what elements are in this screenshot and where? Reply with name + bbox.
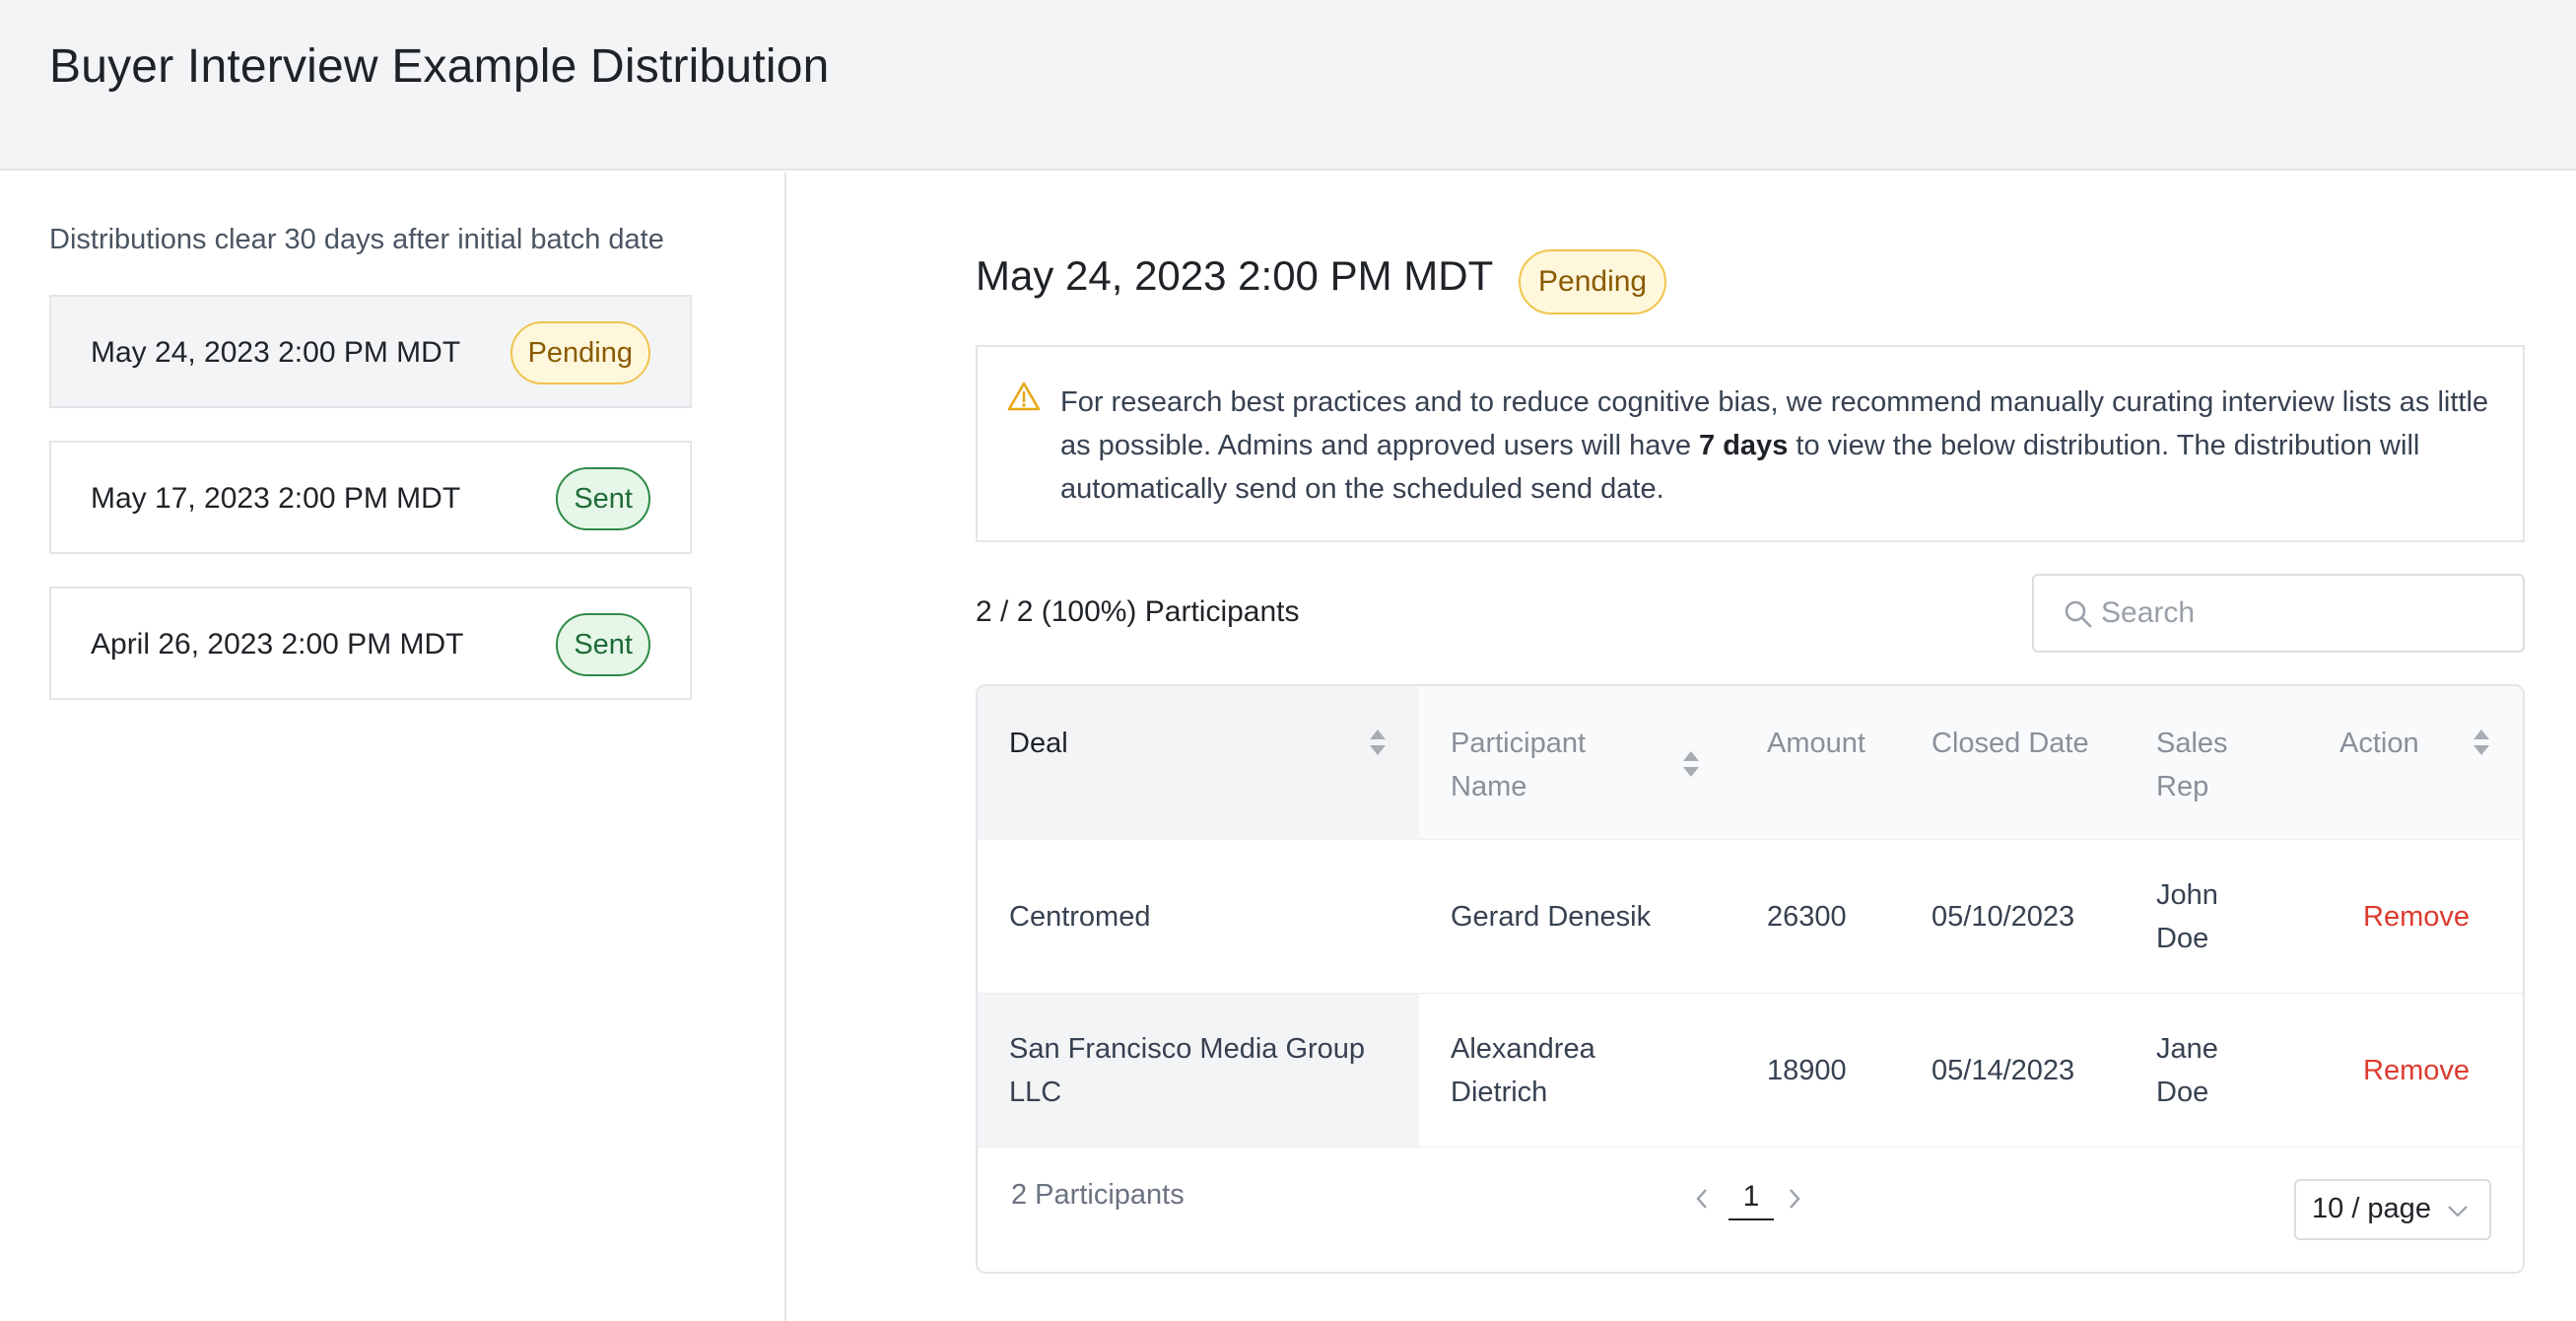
status-badge: Sent [556, 467, 650, 530]
sort-icon[interactable] [1683, 751, 1699, 779]
distribution-title: May 24, 2023 2:00 PM MDT [976, 252, 1494, 299]
participants-table: Deal Participant Name Amount Closed Date… [976, 684, 2525, 1274]
status-badge: Sent [556, 613, 650, 676]
chevron-down-icon [2448, 1206, 2468, 1217]
page-header: Buyer Interview Example Distribution [0, 0, 2576, 171]
page-size-select[interactable]: 10 / page [2294, 1179, 2491, 1240]
column-header-action[interactable]: Action [2339, 722, 2419, 765]
table-row: Centromed Gerard Denesik 26300 05/10/202… [978, 840, 2523, 994]
alert-emphasis: 7 days [1699, 430, 1789, 461]
distribution-status-badge: Pending [1519, 249, 1667, 314]
info-alert: For research best practices and to reduc… [976, 345, 2525, 542]
participant-count: 2 / 2 (100%) Participants [976, 595, 1300, 628]
column-header-deal[interactable]: Deal [1009, 722, 1068, 765]
warning-icon [1007, 381, 1041, 412]
cell-deal: Centromed [1009, 901, 1151, 933]
search-icon [2065, 600, 2092, 628]
page-size-value: 10 / page [2312, 1193, 2431, 1224]
cell-amount: 18900 [1767, 1055, 1847, 1086]
batch-date: April 26, 2023 2:00 PM MDT [91, 628, 464, 660]
column-header-sales-rep: Sales Rep [2156, 728, 2228, 802]
cell-amount: 26300 [1767, 901, 1847, 933]
search-input[interactable] [2101, 586, 2505, 641]
column-header-participant-name[interactable]: Participant Name [1451, 722, 1589, 808]
cell-sales-rep: John Doe [2156, 879, 2218, 954]
table-total: 2 Participants [1011, 1179, 1185, 1211]
table-header: Deal Participant Name Amount Closed Date… [978, 686, 2523, 840]
page-number[interactable]: 1 [1729, 1177, 1774, 1220]
cell-closed-date: 05/14/2023 [1932, 1055, 2075, 1086]
batch-item-may-17[interactable]: May 17, 2023 2:00 PM MDT Sent [49, 441, 692, 554]
column-header-closed-date: Closed Date [1932, 728, 2089, 759]
search-box[interactable] [2032, 574, 2525, 653]
cell-participant-name: Alexandrea Dietrich [1451, 1033, 1595, 1108]
table-row: San Francisco Media Group LLC Alexandrea… [978, 994, 2523, 1147]
cell-closed-date: 05/10/2023 [1932, 901, 2075, 933]
batch-date: May 24, 2023 2:00 PM MDT [91, 336, 461, 369]
remove-button[interactable]: Remove [2363, 895, 2470, 939]
status-badge: Pending [509, 321, 650, 384]
prev-page-icon[interactable] [1693, 1187, 1711, 1211]
remove-button[interactable]: Remove [2363, 1049, 2470, 1092]
sort-icon[interactable] [1370, 730, 1386, 757]
cell-deal: San Francisco Media Group LLC [1009, 1033, 1366, 1108]
cell-sales-rep: Jane Doe [2156, 1033, 2218, 1108]
page-title: Buyer Interview Example Distribution [49, 40, 830, 93]
alert-message: For research best practices and to reduc… [1060, 386, 2489, 505]
cell-participant-name: Gerard Denesik [1451, 901, 1652, 933]
batch-item-april-26[interactable]: April 26, 2023 2:00 PM MDT Sent [49, 587, 692, 700]
sort-icon[interactable] [2474, 730, 2489, 757]
next-page-icon[interactable] [1786, 1187, 1803, 1211]
column-header-amount: Amount [1767, 728, 1865, 759]
batch-date: May 17, 2023 2:00 PM MDT [91, 482, 461, 515]
sidebar-note: Distributions clear 30 days after initia… [49, 224, 664, 255]
batch-item-may-24[interactable]: May 24, 2023 2:00 PM MDT Pending [49, 295, 692, 408]
distribution-sidebar: Distributions clear 30 days after initia… [0, 173, 786, 1321]
